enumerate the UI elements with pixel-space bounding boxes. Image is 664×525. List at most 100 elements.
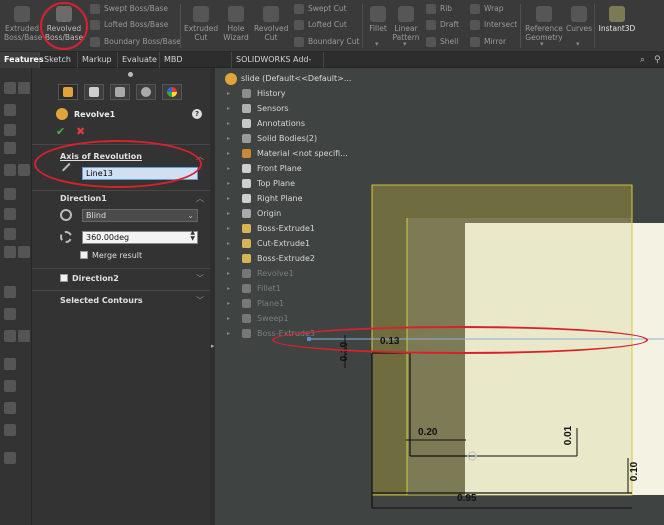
- tree-item[interactable]: Right Plane: [257, 194, 303, 203]
- tree-item[interactable]: Annotations: [257, 119, 305, 128]
- expand-chevron-icon[interactable]: ﹀: [196, 295, 204, 306]
- expand-chevron-icon[interactable]: ﹀: [196, 273, 204, 284]
- expand-arrow-icon[interactable]: ▸: [227, 150, 230, 157]
- tree-item[interactable]: Sweep1: [257, 314, 289, 323]
- expand-arrow-icon[interactable]: ▸: [227, 270, 230, 277]
- linear-pattern-button[interactable]: Linear Pattern: [392, 6, 420, 42]
- tool-icon[interactable]: [4, 142, 16, 154]
- tab-mbd-dimensions[interactable]: MBD Dimensions: [160, 52, 232, 80]
- tree-root[interactable]: slide (Default<<Default>...: [241, 74, 351, 83]
- tool-icon[interactable]: [18, 164, 30, 176]
- tree-item[interactable]: Boss-Extrude2: [257, 254, 315, 263]
- tab-features[interactable]: Features: [0, 52, 44, 68]
- boundary-cut-button[interactable]: Boundary Cut: [294, 37, 359, 47]
- tree-item[interactable]: Boss-Extrude3: [257, 329, 315, 338]
- tool-icon[interactable]: [4, 424, 16, 436]
- direction2-checkbox[interactable]: [60, 274, 68, 282]
- tab-display-manager[interactable]: [162, 84, 182, 100]
- tool-icon[interactable]: [4, 286, 16, 298]
- tool-icon[interactable]: [4, 308, 16, 320]
- expand-arrow-icon[interactable]: ▸: [227, 240, 230, 247]
- splitter-arrow-icon[interactable]: ▸: [211, 342, 215, 350]
- tree-item[interactable]: Cut-Extrude1: [257, 239, 310, 248]
- tree-item[interactable]: Solid Bodies(2): [257, 134, 317, 143]
- expand-arrow-icon[interactable]: ▸: [227, 300, 230, 307]
- expand-arrow-icon[interactable]: ▸: [227, 165, 230, 172]
- angle-input[interactable]: 360.00deg ▲ ▼: [82, 230, 198, 244]
- tool-icon[interactable]: [18, 246, 30, 258]
- expand-arrow-icon[interactable]: ▸: [227, 90, 230, 97]
- expand-arrow-icon[interactable]: ▸: [227, 330, 230, 337]
- swept-boss-button[interactable]: Swept Boss/Base: [90, 4, 168, 14]
- tool-icon[interactable]: [4, 208, 16, 220]
- tool-icon[interactable]: [4, 228, 16, 240]
- tab-feature-manager[interactable]: [58, 84, 78, 100]
- tree-item[interactable]: Top Plane: [257, 179, 295, 188]
- tree-item[interactable]: Front Plane: [257, 164, 302, 173]
- tree-item[interactable]: History: [257, 89, 285, 98]
- axis-of-revolution-header[interactable]: Axis of Revolution: [60, 152, 142, 161]
- reverse-direction-icon[interactable]: [60, 209, 72, 221]
- tree-item[interactable]: Material <not specifi...: [257, 149, 348, 158]
- tool-icon[interactable]: [4, 330, 16, 342]
- tab-markup[interactable]: Markup: [78, 52, 118, 68]
- expand-arrow-icon[interactable]: ▸: [227, 180, 230, 187]
- tree-item[interactable]: Sensors: [257, 104, 289, 113]
- end-condition-select[interactable]: Blind ⌄: [82, 209, 198, 222]
- lofted-boss-button[interactable]: Lofted Boss/Base: [90, 20, 168, 30]
- tree-item[interactable]: Boss-Extrude1: [257, 224, 315, 233]
- dimension-label[interactable]: 0.10: [629, 462, 640, 481]
- tool-icon[interactable]: [4, 82, 16, 94]
- search-icon[interactable]: ⌕: [640, 55, 645, 65]
- boundary-boss-button[interactable]: Boundary Boss/Base: [90, 37, 181, 47]
- panel-grip-icon[interactable]: [128, 72, 133, 77]
- dimension-label[interactable]: 0.13: [380, 336, 399, 347]
- dimension-label[interactable]: 0.10: [339, 342, 350, 361]
- revolved-boss-button[interactable]: Revolved Boss/Base: [44, 6, 84, 42]
- curves-button[interactable]: Curves: [566, 6, 592, 33]
- direction2-header[interactable]: Direction2: [72, 274, 119, 283]
- tool-icon[interactable]: [4, 246, 16, 258]
- tab-property-manager[interactable]: [84, 84, 104, 100]
- help-icon[interactable]: ?: [192, 109, 202, 119]
- shell-button[interactable]: Shell: [426, 37, 458, 47]
- reference-geometry-button[interactable]: Reference Geometry: [524, 6, 564, 42]
- expand-arrow-icon[interactable]: ▸: [227, 210, 230, 217]
- ok-checkmark-icon[interactable]: ✔: [56, 125, 65, 138]
- tool-icon[interactable]: [4, 104, 16, 116]
- tree-item[interactable]: Revolve1: [257, 269, 294, 278]
- axis-selection-field[interactable]: Line13: [82, 167, 198, 180]
- linear-pattern-dropdown-icon[interactable]: ▾: [403, 40, 407, 48]
- tab-solidworks-addins[interactable]: SOLIDWORKS Add-Ins: [232, 52, 324, 80]
- extruded-cut-button[interactable]: Extruded Cut: [184, 6, 218, 42]
- wrap-button[interactable]: Wrap: [470, 4, 504, 14]
- swept-cut-button[interactable]: Swept Cut: [294, 4, 347, 14]
- tree-item[interactable]: Fillet1: [257, 284, 281, 293]
- tool-icon[interactable]: [4, 124, 16, 136]
- tool-icon[interactable]: [18, 330, 30, 342]
- mirror-button[interactable]: Mirror: [470, 37, 506, 47]
- collapse-chevron-icon[interactable]: ︿: [196, 151, 204, 162]
- expand-arrow-icon[interactable]: ▸: [227, 255, 230, 262]
- tool-icon[interactable]: [4, 380, 16, 392]
- expand-arrow-icon[interactable]: ▸: [227, 285, 230, 292]
- tool-icon[interactable]: [4, 188, 16, 200]
- rib-button[interactable]: Rib: [426, 4, 452, 14]
- expand-arrow-icon[interactable]: ▸: [227, 195, 230, 202]
- direction1-header[interactable]: Direction1: [60, 194, 107, 203]
- hole-wizard-button[interactable]: Hole Wizard: [220, 6, 252, 42]
- collapse-chevron-icon[interactable]: ︿: [196, 193, 204, 204]
- draft-button[interactable]: Draft: [426, 20, 459, 30]
- dimension-label[interactable]: 0.95: [457, 493, 476, 504]
- graphics-viewport[interactable]: slide (Default<<Default>... ▸ History ▸ Sen…: [215, 68, 664, 525]
- reference-geometry-dropdown-icon[interactable]: ▾: [540, 40, 544, 48]
- tab-dimxpert-manager[interactable]: [136, 84, 156, 100]
- dimension-label[interactable]: 0.01: [563, 426, 574, 445]
- spinner-icon[interactable]: ▲ ▼: [190, 230, 195, 242]
- tool-icon[interactable]: [18, 82, 30, 94]
- merge-result-checkbox[interactable]: [80, 251, 88, 259]
- fillet-dropdown-icon[interactable]: ▾: [375, 40, 379, 48]
- curves-dropdown-icon[interactable]: ▾: [576, 40, 580, 48]
- tool-icon[interactable]: [4, 164, 16, 176]
- lofted-cut-button[interactable]: Lofted Cut: [294, 20, 347, 30]
